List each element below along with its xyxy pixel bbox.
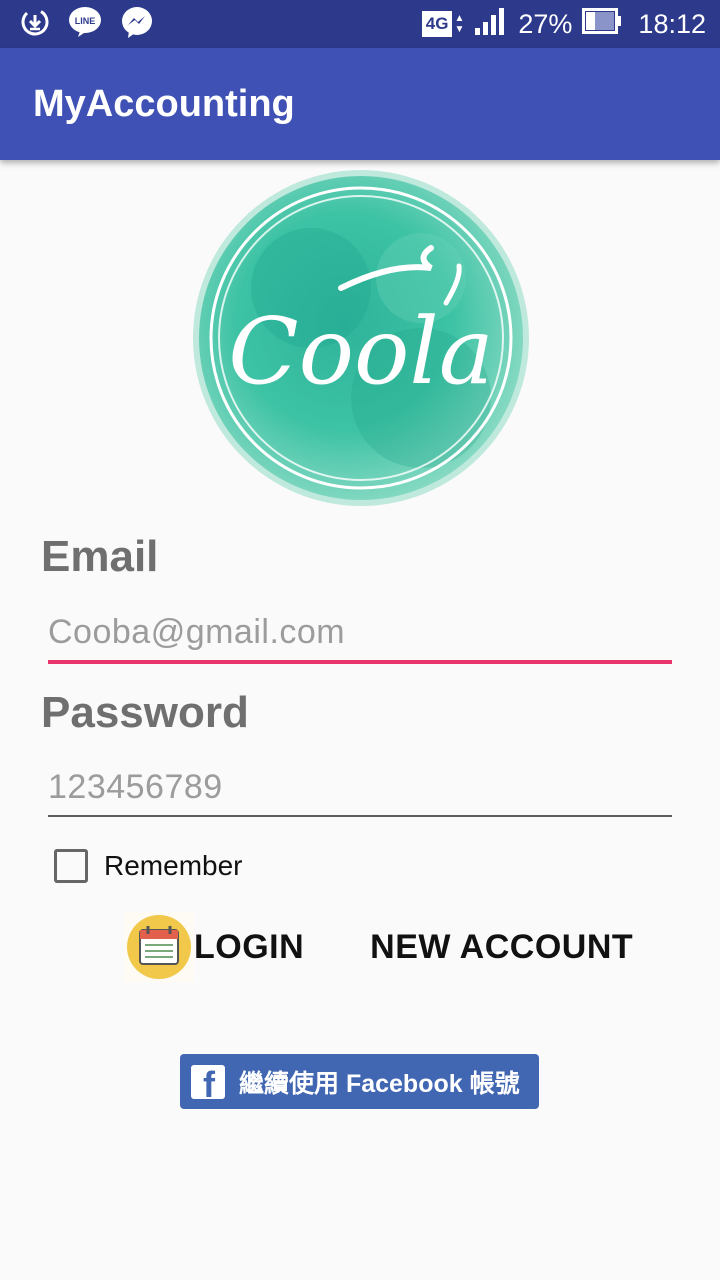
- remember-label: Remember: [104, 850, 243, 881]
- line-icon: LINE: [68, 6, 102, 43]
- status-bar: LINE 4G ▲ ▼ 27% 18:12: [0, 0, 720, 48]
- facebook-login-label: 繼續使用 Facebook 帳號: [239, 1069, 520, 1098]
- login-label: LOGIN: [194, 927, 305, 966]
- messenger-icon: [120, 5, 154, 44]
- app-title: MyAccounting: [33, 83, 295, 125]
- facebook-icon: f: [191, 1064, 225, 1099]
- svg-text:Coola: Coola: [228, 298, 493, 405]
- new-account-button[interactable]: NEW ACCOUNT: [370, 928, 633, 967]
- action-buttons: LOGIN NEW ACCOUNT: [124, 912, 633, 982]
- signal-icon: [474, 6, 508, 43]
- email-field[interactable]: [48, 613, 672, 660]
- email-label: Email: [41, 532, 159, 581]
- password-label: Password: [41, 688, 249, 737]
- email-field-wrap: [48, 613, 672, 664]
- calendar-icon: [124, 912, 194, 982]
- password-field[interactable]: [48, 768, 672, 815]
- app-bar: MyAccounting: [0, 48, 720, 160]
- battery-percent: 27%: [518, 8, 573, 39]
- svg-text:LINE: LINE: [75, 16, 96, 26]
- remember-checkbox[interactable]: [54, 849, 88, 883]
- remember-row[interactable]: Remember: [54, 849, 242, 883]
- clock: 18:12: [638, 8, 706, 39]
- password-underline: [48, 815, 672, 817]
- coola-logo: Coola: [191, 168, 531, 508]
- network-type-icon: 4G ▲ ▼: [421, 11, 464, 37]
- battery-icon: [582, 7, 622, 41]
- download-icon: [20, 7, 50, 42]
- email-underline: [48, 660, 672, 664]
- login-button[interactable]: LOGIN: [124, 912, 304, 982]
- password-field-wrap: [48, 768, 672, 817]
- facebook-login-button[interactable]: f 繼續使用 Facebook 帳號: [180, 1054, 539, 1109]
